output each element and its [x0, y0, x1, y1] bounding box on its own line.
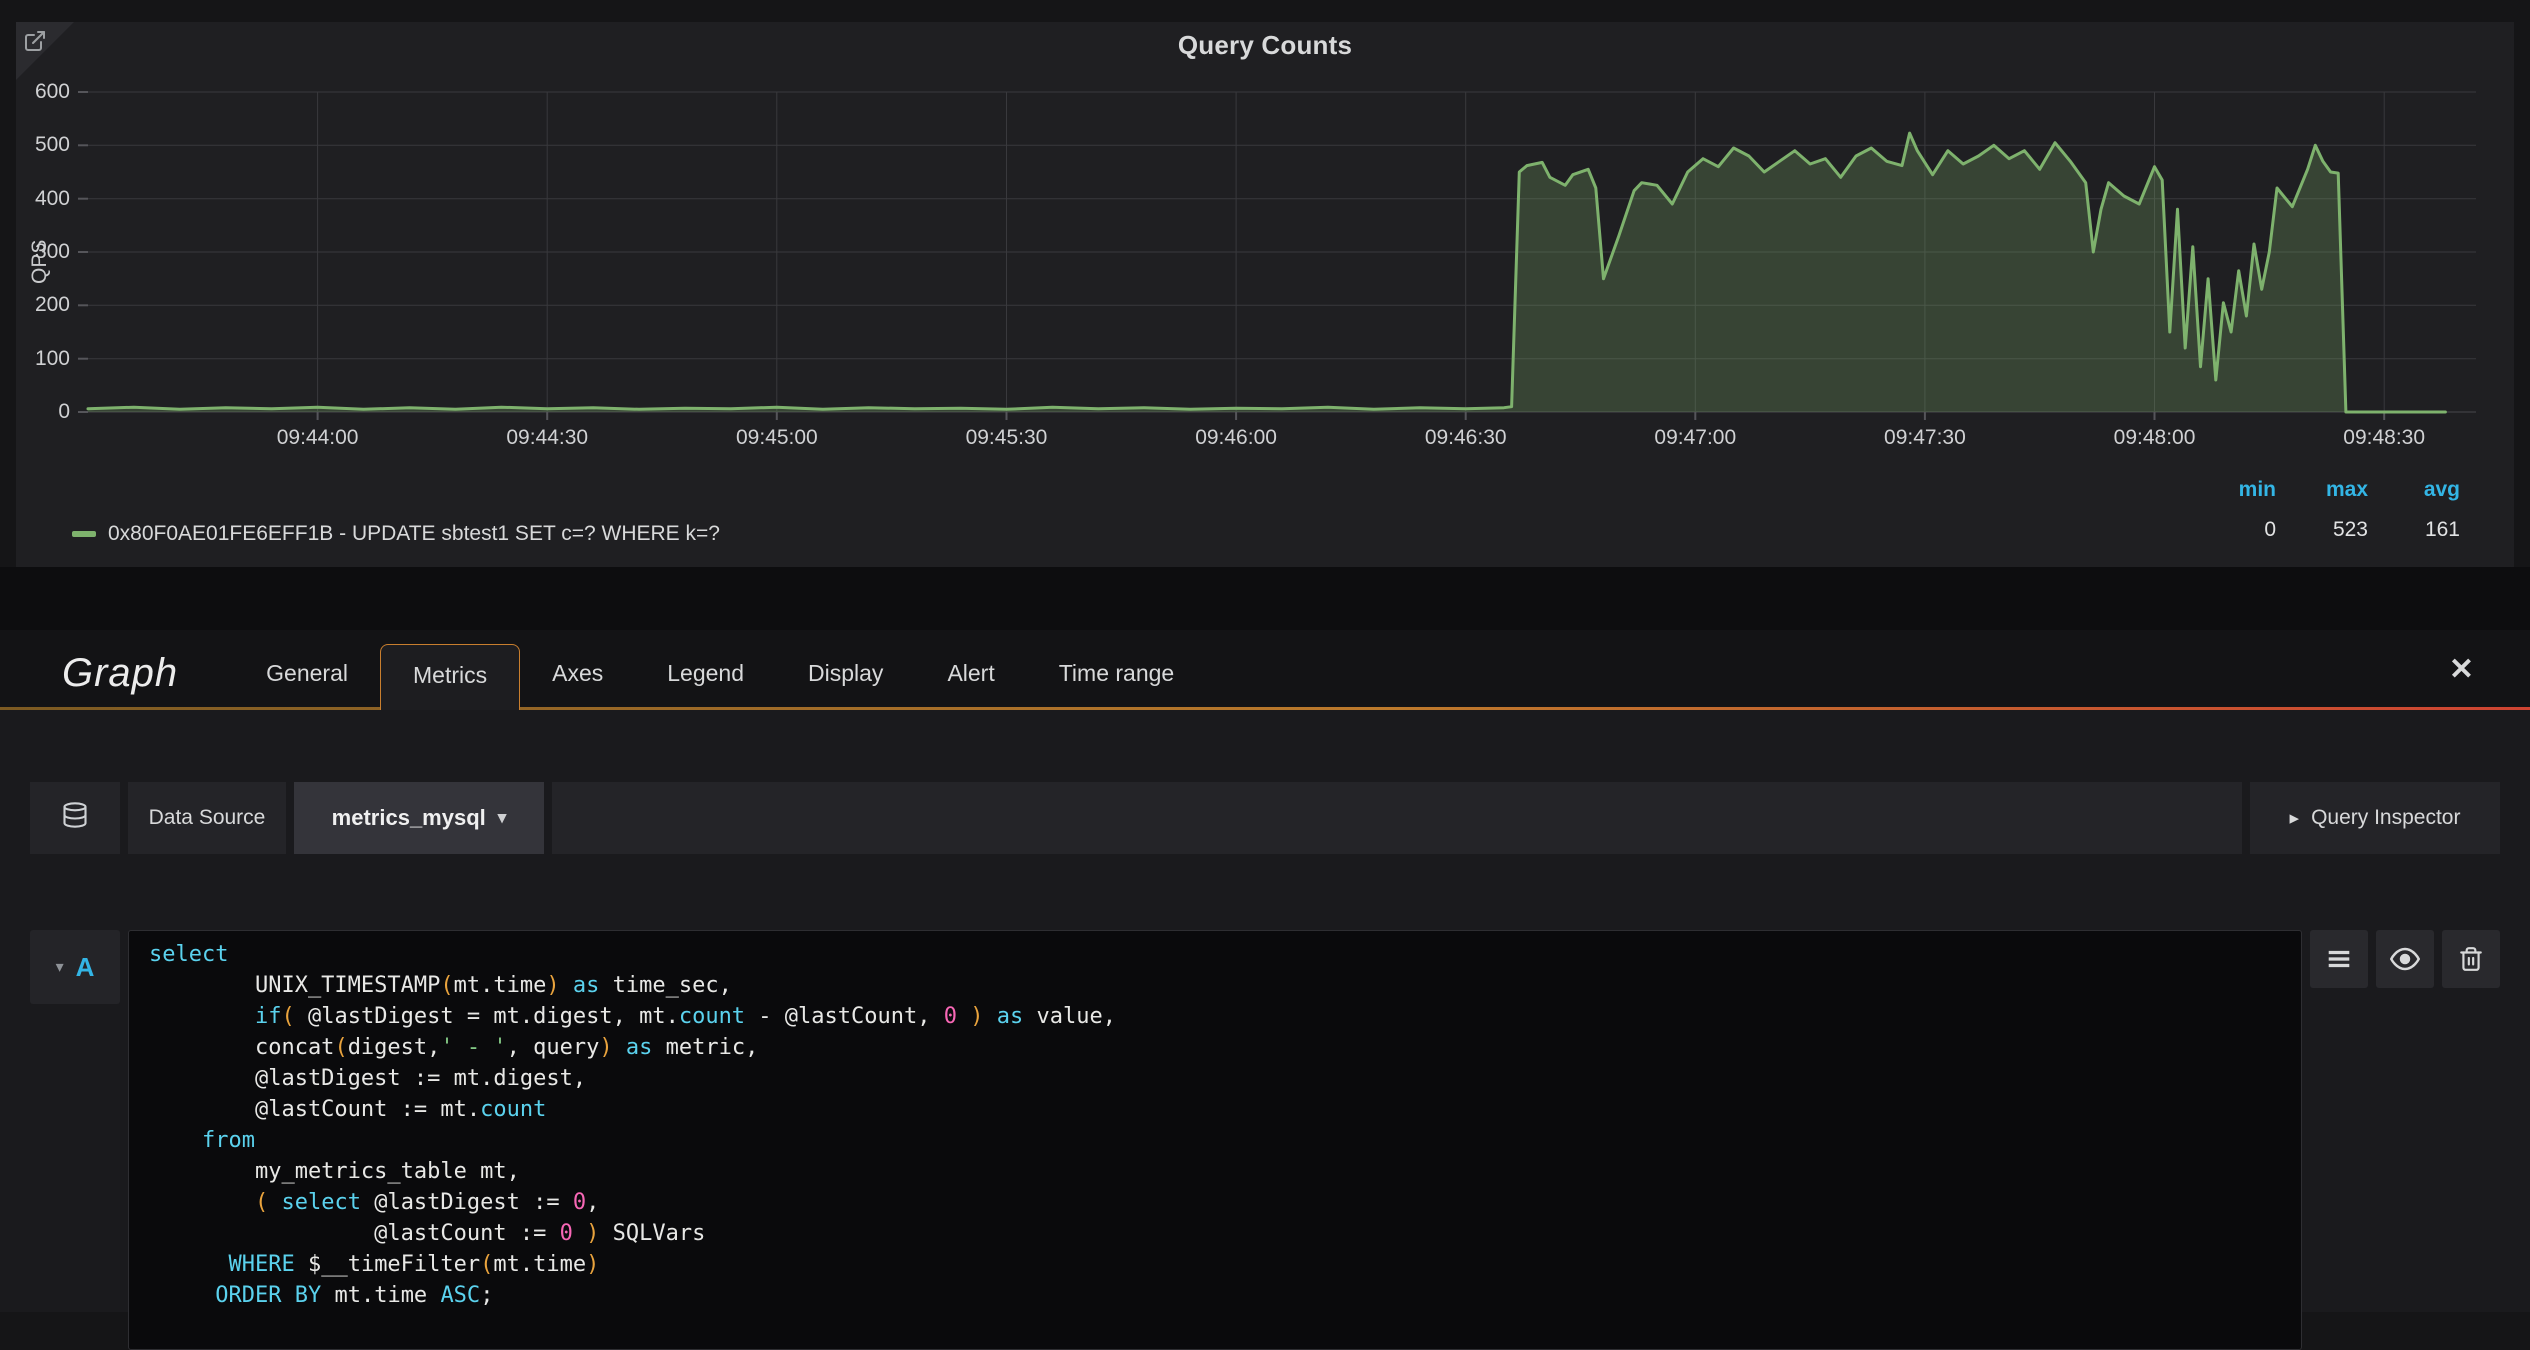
tab-metrics[interactable]: Metrics — [380, 644, 520, 710]
sql-query-editor[interactable]: select UNIX_TIMESTAMP(mt.time) as time_s… — [128, 930, 2302, 1350]
legend-stats-headers: minmaxavg — [2184, 478, 2460, 518]
code-line: concat(digest,' - ', query) as metric, — [149, 1032, 2281, 1063]
query-menu-button[interactable] — [2310, 930, 2368, 988]
graph-panel: Query Counts QPS 0100200300400500600 09:… — [16, 22, 2514, 567]
code-line: ( select @lastDigest := 0, — [149, 1187, 2281, 1218]
query-delete-button[interactable] — [2442, 930, 2500, 988]
code-line: @lastDigest := mt.digest, — [149, 1063, 2281, 1094]
y-tick-label: 600 — [12, 80, 70, 104]
code-line: @lastCount := mt.count — [149, 1094, 2281, 1125]
query-ref-id: A — [76, 952, 95, 983]
tab-display[interactable]: Display — [776, 636, 915, 710]
legend-series-item[interactable]: 0x80F0AE01FE6EFF1B - UPDATE sbtest1 SET … — [72, 522, 720, 546]
datasource-row-filler — [552, 782, 2242, 854]
x-tick-label: 09:44:30 — [477, 426, 617, 450]
code-line: from — [149, 1125, 2281, 1156]
trash-icon — [2458, 946, 2484, 972]
legend-series-label: 0x80F0AE01FE6EFF1B - UPDATE sbtest1 SET … — [108, 522, 720, 546]
stat-cell: avg — [2368, 478, 2460, 518]
datasource-select[interactable]: metrics_mysql ▾ — [294, 782, 544, 854]
tab-alert[interactable]: Alert — [915, 636, 1026, 710]
x-tick-label: 09:45:30 — [936, 426, 1076, 450]
y-tick-label: 200 — [12, 293, 70, 317]
y-tick-label: 100 — [12, 347, 70, 371]
datasource-icon-cell — [30, 782, 120, 854]
panel-type-title: Graph — [62, 636, 178, 710]
chevron-down-icon: ▾ — [498, 808, 507, 828]
code-line: my_metrics_table mt, — [149, 1156, 2281, 1187]
x-tick-label: 09:47:00 — [1625, 426, 1765, 450]
chevron-right-icon: ▸ — [2290, 807, 2300, 830]
code-line: ORDER BY mt.time ASC; — [149, 1280, 2281, 1311]
code-line: @lastCount := 0 ) SQLVars — [149, 1218, 2281, 1249]
y-tick-label: 400 — [12, 187, 70, 211]
datasource-label: Data Source — [128, 782, 286, 854]
code-line: UNIX_TIMESTAMP(mt.time) as time_sec, — [149, 970, 2281, 1001]
chevron-down-icon: ▾ — [56, 957, 64, 977]
datasource-row: Data Source metrics_mysql ▾ ▸ Query Insp… — [30, 782, 2500, 854]
tab-axes[interactable]: Axes — [520, 636, 635, 710]
legend-stats: minmaxavg 0523161 — [2184, 478, 2460, 558]
menu-icon — [2326, 946, 2352, 972]
code-line: select — [149, 939, 2281, 970]
stat-cell: 0 — [2184, 518, 2276, 558]
tab-general[interactable]: General — [234, 636, 380, 710]
editor-tabs: Graph GeneralMetricsAxesLegendDisplayAle… — [0, 630, 2530, 710]
chart-plot[interactable] — [88, 92, 2476, 412]
section-divider — [0, 567, 2530, 630]
x-tick-label: 09:45:00 — [707, 426, 847, 450]
metrics-tab-content: Data Source metrics_mysql ▾ ▸ Query Insp… — [0, 710, 2530, 1312]
code-line: WHERE $__timeFilter(mt.time) — [149, 1249, 2281, 1280]
chart-svg — [88, 92, 2476, 412]
legend-stats-values: 0523161 — [2184, 518, 2460, 558]
datasource-selected-value: metrics_mysql — [332, 805, 486, 831]
x-axis-ticks: 09:44:00 09:44:30 09:45:00 09:45:30 09:46:00… — [88, 426, 2476, 456]
y-tick-label: 300 — [12, 240, 70, 264]
database-icon — [61, 801, 89, 835]
sql-editor-code: select UNIX_TIMESTAMP(mt.time) as time_s… — [149, 939, 2281, 1311]
x-tick-label: 09:48:00 — [2085, 426, 2225, 450]
panel-editor-header: Graph GeneralMetricsAxesLegendDisplayAle… — [0, 630, 2530, 710]
query-toggle-visibility-button[interactable] — [2376, 930, 2434, 988]
stat-cell: 523 — [2276, 518, 2368, 558]
stat-cell: max — [2276, 478, 2368, 518]
tab-time-range[interactable]: Time range — [1027, 636, 1206, 710]
query-inspector-button[interactable]: ▸ Query Inspector — [2250, 782, 2500, 854]
eye-icon — [2390, 944, 2420, 974]
query-collapse-button[interactable]: ▾ A — [30, 930, 120, 1004]
tab-legend[interactable]: Legend — [635, 636, 776, 710]
x-tick-label: 09:46:30 — [1396, 426, 1536, 450]
query-row: ▾ A select UNIX_TIMESTAMP(mt.time) as ti… — [30, 930, 2500, 1350]
x-tick-label: 09:48:30 — [2314, 426, 2454, 450]
close-icon: ✕ — [2449, 653, 2474, 686]
code-line: if( @lastDigest = mt.digest, mt.count - … — [149, 1001, 2281, 1032]
x-tick-label: 09:47:30 — [1855, 426, 1995, 450]
y-tick-label: 0 — [12, 400, 70, 424]
query-buttons — [2310, 930, 2500, 988]
y-tick-label: 500 — [12, 133, 70, 157]
panel-title[interactable]: Query Counts — [16, 30, 2514, 61]
x-tick-label: 09:46:00 — [1166, 426, 1306, 450]
y-axis-ticks: 0100200300400500600 — [16, 92, 74, 412]
legend-series-marker — [72, 531, 96, 537]
stat-cell: min — [2184, 478, 2276, 518]
x-tick-label: 09:44:00 — [248, 426, 388, 450]
close-editor-button[interactable]: ✕ — [2449, 652, 2474, 688]
stat-cell: 161 — [2368, 518, 2460, 558]
query-inspector-label: Query Inspector — [2311, 806, 2460, 830]
